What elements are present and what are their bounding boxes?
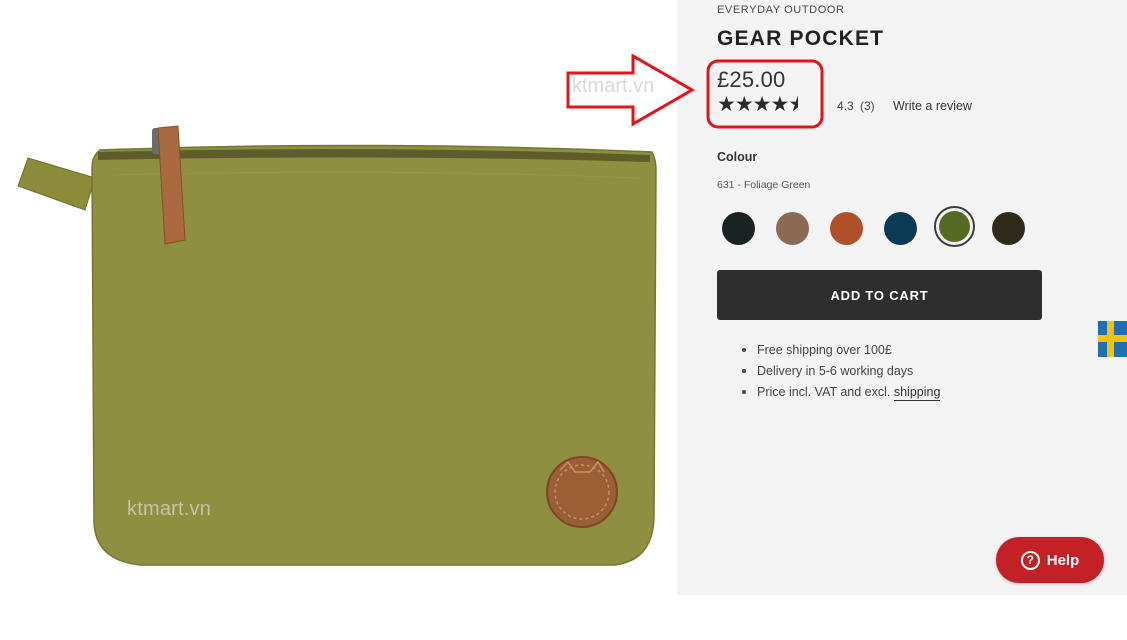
red-highlight-box (706, 59, 824, 129)
list-item: Delivery in 5-6 working days (742, 363, 1077, 384)
colour-swatch-autumn-orange[interactable] (830, 212, 863, 245)
question-icon: ? (1020, 550, 1040, 570)
sweden-flag-icon[interactable] (1098, 321, 1127, 357)
selected-swatch-fill (939, 211, 970, 242)
write-review-link[interactable]: Write a review (893, 99, 972, 113)
image-watermark-text: ktmart.vn (127, 498, 212, 520)
fox-logo-patch (546, 456, 618, 528)
delivery-info-list: Free shipping over 100£ Delivery in 5-6 … (742, 342, 1077, 405)
shipping-link[interactable]: shipping (893, 385, 941, 401)
product-title: GEAR POCKET (717, 27, 885, 50)
list-item: Free shipping over 100£ (742, 342, 1077, 363)
brand-line: EVERYDAY OUTDOOR (717, 4, 845, 16)
price-highlight-annotation (566, 54, 824, 129)
colour-swatch-navy[interactable] (884, 212, 917, 245)
colour-label: Colour (717, 150, 758, 164)
add-to-cart-button[interactable]: ADD TO CART (717, 270, 1042, 320)
help-button[interactable]: ? Help (996, 537, 1104, 583)
shipping-info-text: Free shipping over 100£ (757, 343, 892, 357)
help-label: Help (1046, 551, 1080, 569)
colour-swatch-foliage-green[interactable] (934, 206, 975, 247)
delivery-time-text: Delivery in 5-6 working days (757, 364, 914, 378)
colour-swatch-dark-olive[interactable] (992, 212, 1025, 245)
pouch-side-tab (17, 157, 96, 211)
rating-count[interactable]: (3) (860, 99, 875, 113)
colour-swatch-black[interactable] (722, 212, 755, 245)
selected-colour: 631 - Foliage Green (717, 179, 811, 191)
rating-value: 4.3 (837, 99, 854, 113)
price-vat-text: Price incl. VAT and excl. (757, 385, 894, 399)
list-item: Price incl. VAT and excl. shipping (742, 384, 1077, 405)
colour-swatch-brown[interactable] (776, 212, 809, 245)
red-arrow (566, 54, 696, 127)
